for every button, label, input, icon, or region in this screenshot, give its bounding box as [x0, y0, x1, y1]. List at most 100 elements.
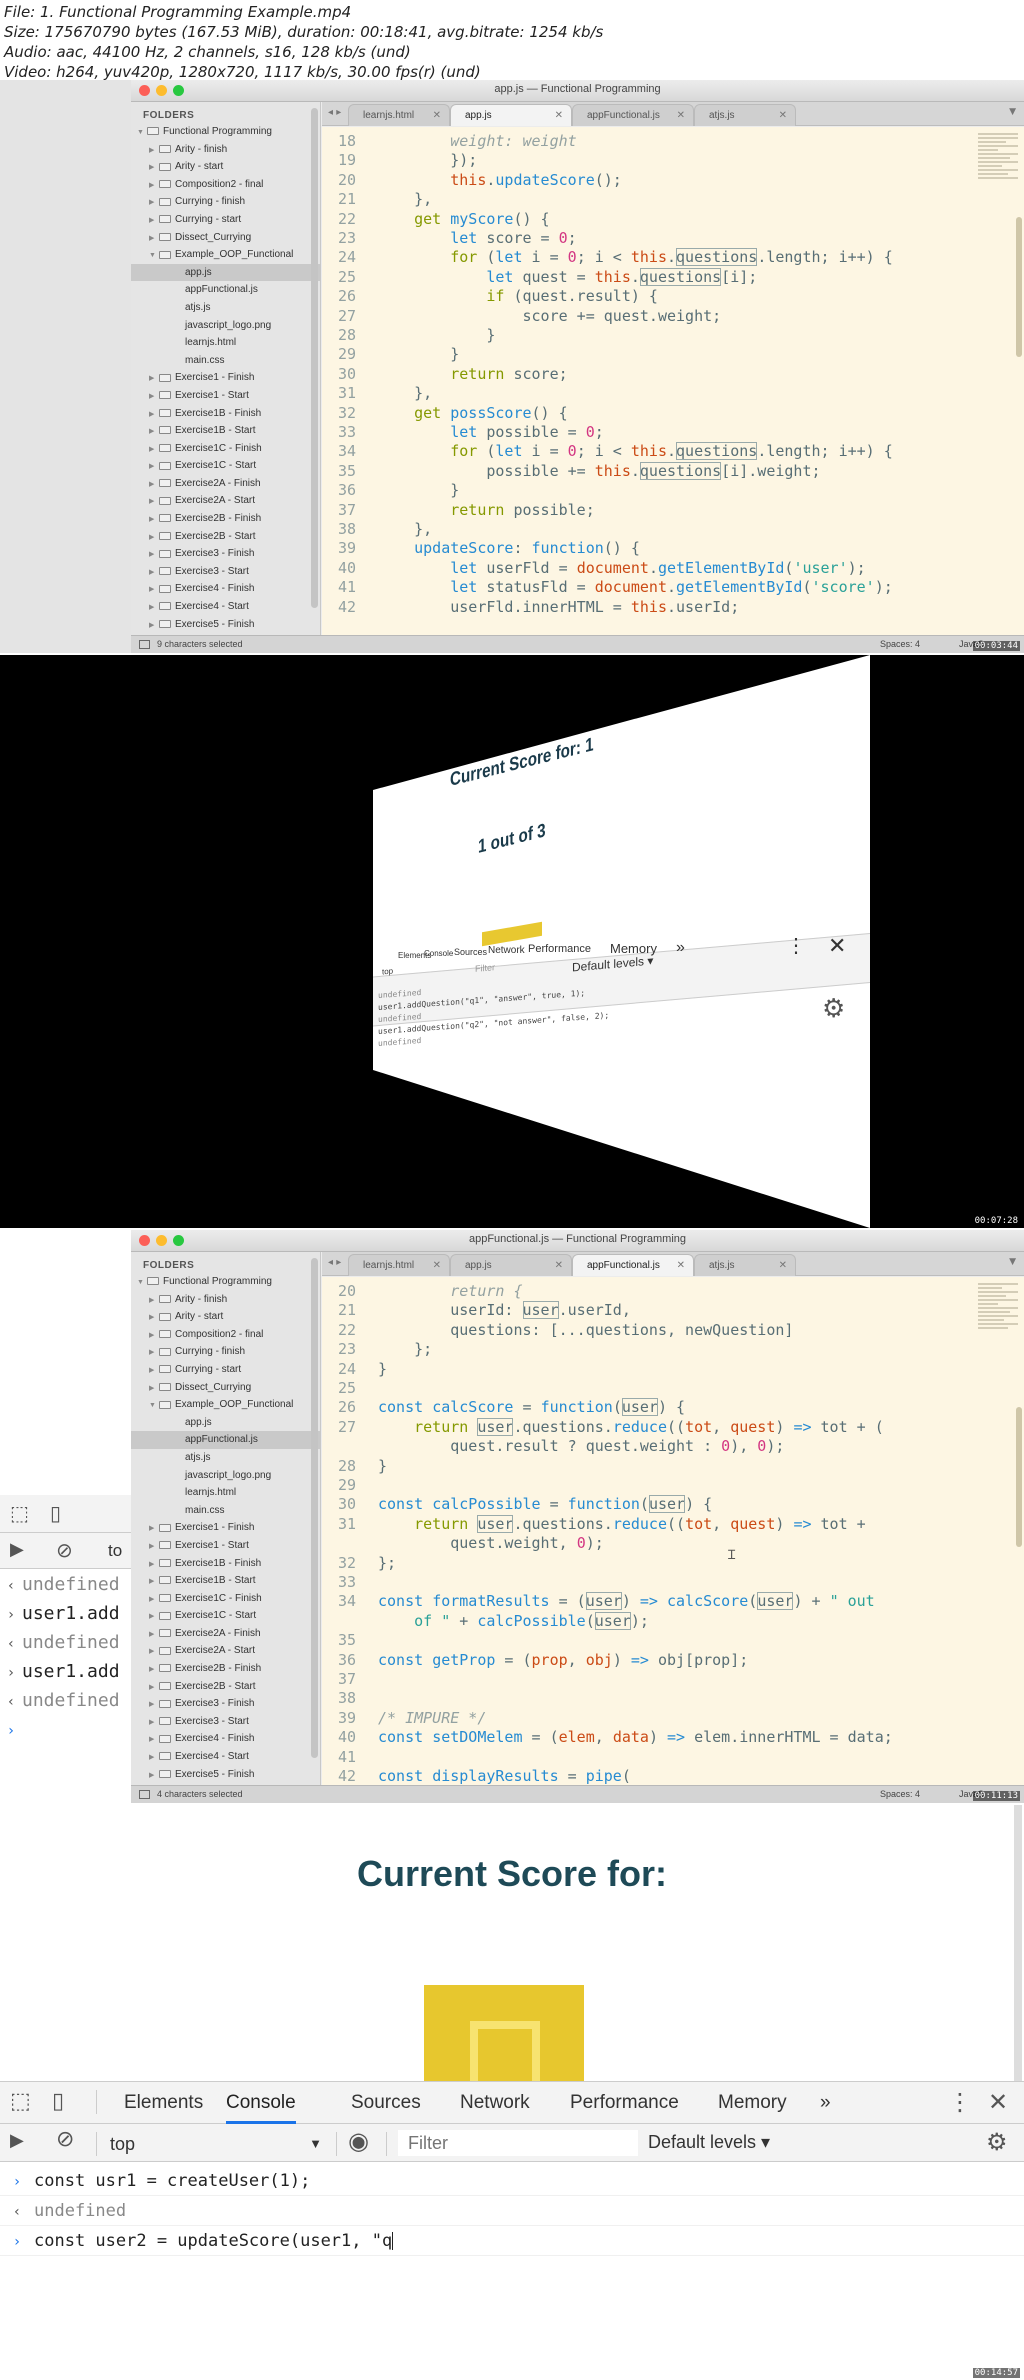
disclosure-icon[interactable]: ▶	[149, 1344, 159, 1362]
disclosure-icon[interactable]: ▶	[149, 406, 159, 424]
minimap[interactable]	[978, 1283, 1018, 1343]
folder-item[interactable]: ▶ Exercise3 - Finish	[131, 1695, 320, 1713]
folder-item[interactable]: ▶ Exercise4 - Finish	[131, 580, 320, 598]
device-toggle-icon[interactable]: ▯	[52, 2089, 64, 2114]
tab-appfunctional-js[interactable]: appFunctional.js ✕	[572, 1254, 694, 1276]
disclosure-icon[interactable]: ▶	[149, 388, 159, 406]
tab-nav-arrows[interactable]: ◂ ▸	[328, 107, 341, 118]
disclosure-icon[interactable]: ▶	[149, 142, 159, 160]
tab-elements[interactable]: Elements	[124, 2082, 203, 2124]
code-editor[interactable]: 18 weight: weight 19 }); 20 this.updateSco…	[322, 127, 1024, 635]
folder-item[interactable]: ▶ Exercise1C - Start	[131, 1607, 320, 1625]
disclosure-icon[interactable]: ▶	[149, 441, 159, 459]
disclosure-icon[interactable]: ▼	[149, 1397, 159, 1415]
folder-item[interactable]: ▶ Exercise4 - Start	[131, 598, 320, 616]
inspect-icon[interactable]: ⬚	[10, 2089, 31, 2114]
eye-icon[interactable]: ◉	[348, 2127, 369, 2155]
folder-item[interactable]: ▼ Example_OOP_Functional	[131, 246, 320, 264]
context-select[interactable]: top	[382, 967, 393, 977]
disclosure-icon[interactable]: ▶	[149, 529, 159, 547]
folder-item[interactable]: ▶ Dissect_Currying	[131, 229, 320, 247]
clear-console-icon[interactable]: ⊘	[56, 1538, 73, 1562]
tab-dropdown-icon[interactable]: ▼	[1009, 107, 1016, 117]
tab-sources[interactable]: Sources	[454, 947, 487, 957]
disclosure-icon[interactable]: ▶	[149, 1714, 159, 1732]
file-item[interactable]: learnjs.html	[131, 1484, 320, 1502]
folder-item[interactable]: ▶ Exercise2B - Start	[131, 528, 320, 546]
folder-item[interactable]: ▶ Exercise4 - Start	[131, 1748, 320, 1766]
folder-item[interactable]: ▶ Arity - start	[131, 158, 320, 176]
folder-item[interactable]: ▶ Exercise1 - Finish	[131, 369, 320, 387]
disclosure-icon[interactable]: ▶	[149, 1327, 159, 1345]
disclosure-icon[interactable]: ▶	[149, 1767, 159, 1785]
disclosure-icon[interactable]: ▶	[149, 581, 159, 599]
folder-item[interactable]: ▶ Arity - start	[131, 1308, 320, 1326]
folder-item[interactable]: ▶ Exercise2B - Finish	[131, 510, 320, 528]
close-icon[interactable]: ✕	[677, 105, 685, 127]
folder-item[interactable]: ▶ Exercise4 - Finish	[131, 1730, 320, 1748]
file-item[interactable]: main.css	[131, 1502, 320, 1520]
folder-item[interactable]: ▼ Example_OOP_Functional	[131, 1396, 320, 1414]
disclosure-icon[interactable]: ▶	[149, 1309, 159, 1327]
disclosure-icon[interactable]: ▶	[149, 511, 159, 529]
disclosure-icon[interactable]: ▶	[149, 1626, 159, 1644]
editor-scrollbar[interactable]	[1016, 217, 1022, 357]
filter-input[interactable]: Filter	[475, 962, 495, 974]
inspect-icon[interactable]: ⬚	[10, 1501, 29, 1525]
more-tabs-icon[interactable]: »	[676, 939, 685, 957]
file-item[interactable]: javascript_logo.png	[131, 1467, 320, 1485]
editor-scrollbar[interactable]	[1016, 1407, 1022, 1547]
device-toggle-icon[interactable]: ▯	[50, 1501, 61, 1525]
disclosure-icon[interactable]: ▶	[149, 370, 159, 388]
close-icon[interactable]: ✕	[779, 1255, 787, 1277]
close-icon[interactable]: ✕	[433, 105, 441, 127]
settings-gear-icon[interactable]: ⚙	[986, 2128, 1008, 2156]
folder-item[interactable]: ▶ Exercise2A - Finish	[131, 1625, 320, 1643]
folder-item[interactable]: ▶ Currying - start	[131, 211, 320, 229]
tab-nav-arrows[interactable]: ◂ ▸	[328, 1257, 341, 1268]
folder-item[interactable]: ▶ Arity - finish	[131, 141, 320, 159]
folder-item[interactable]: ▶ Dissect_Currying	[131, 1379, 320, 1397]
terminal-icon[interactable]	[139, 640, 150, 649]
tab-learnjs-html[interactable]: learnjs.html ✕	[348, 1254, 450, 1276]
context-select[interactable]: to	[108, 1541, 122, 1561]
tab-dropdown-icon[interactable]: ▼	[1009, 1257, 1016, 1267]
tab-performance[interactable]: Performance	[528, 943, 591, 955]
folder-item[interactable]: ▶ Exercise1C - Start	[131, 457, 320, 475]
folder-item[interactable]: ▶ Exercise5 - Finish	[131, 1766, 320, 1784]
folder-item[interactable]: ▶ Exercise5 - Finish	[131, 616, 320, 634]
disclosure-icon[interactable]: ▼	[137, 1274, 147, 1292]
file-item[interactable]: app.js	[131, 1414, 320, 1432]
file-item[interactable]: appFunctional.js	[131, 1431, 320, 1449]
disclosure-icon[interactable]: ▶	[149, 1556, 159, 1574]
more-tabs-icon[interactable]: »	[820, 2082, 831, 2124]
tab-console[interactable]: Console	[424, 949, 453, 958]
disclosure-icon[interactable]: ▶	[149, 546, 159, 564]
file-item[interactable]: learnjs.html	[131, 334, 320, 352]
folder-item[interactable]: ▶ Exercise2A - Start	[131, 1642, 320, 1660]
disclosure-icon[interactable]: ▶	[149, 599, 159, 617]
disclosure-icon[interactable]: ▶	[149, 1591, 159, 1609]
file-item[interactable]: appFunctional.js	[131, 281, 320, 299]
folder-item[interactable]: ▶ Exercise1B - Start	[131, 1572, 320, 1590]
folder-item[interactable]: ▶ Exercise3 - Start	[131, 1713, 320, 1731]
disclosure-icon[interactable]: ▶	[149, 1679, 159, 1697]
folder-item[interactable]: ▶ Exercise1B - Finish	[131, 405, 320, 423]
kebab-menu-icon[interactable]: ⋮	[786, 933, 806, 958]
sidebar-scrollbar[interactable]	[311, 1258, 318, 1758]
tab-network[interactable]: Network	[460, 2082, 530, 2124]
file-item[interactable]: atjs.js	[131, 299, 320, 317]
folder-item[interactable]: ▶ Exercise1 - Finish	[131, 1519, 320, 1537]
close-icon[interactable]: ✕	[555, 1255, 563, 1277]
disclosure-icon[interactable]: ▶	[149, 1608, 159, 1626]
file-item[interactable]: atjs.js	[131, 1449, 320, 1467]
file-item[interactable]: javascript_logo.png	[131, 317, 320, 335]
folder-item[interactable]: ▶ Exercise1 - Start	[131, 387, 320, 405]
folder-item[interactable]: ▶ Exercise3 - Finish	[131, 545, 320, 563]
disclosure-icon[interactable]: ▶	[149, 1731, 159, 1749]
folder-item[interactable]: ▶ Exercise1B - Finish	[131, 1555, 320, 1573]
tab-appfunctional-js[interactable]: appFunctional.js ✕	[572, 104, 694, 126]
tab-console[interactable]: Console	[226, 2082, 296, 2124]
disclosure-icon[interactable]: ▶	[149, 458, 159, 476]
settings-gear-icon[interactable]: ⚙	[822, 993, 845, 1024]
